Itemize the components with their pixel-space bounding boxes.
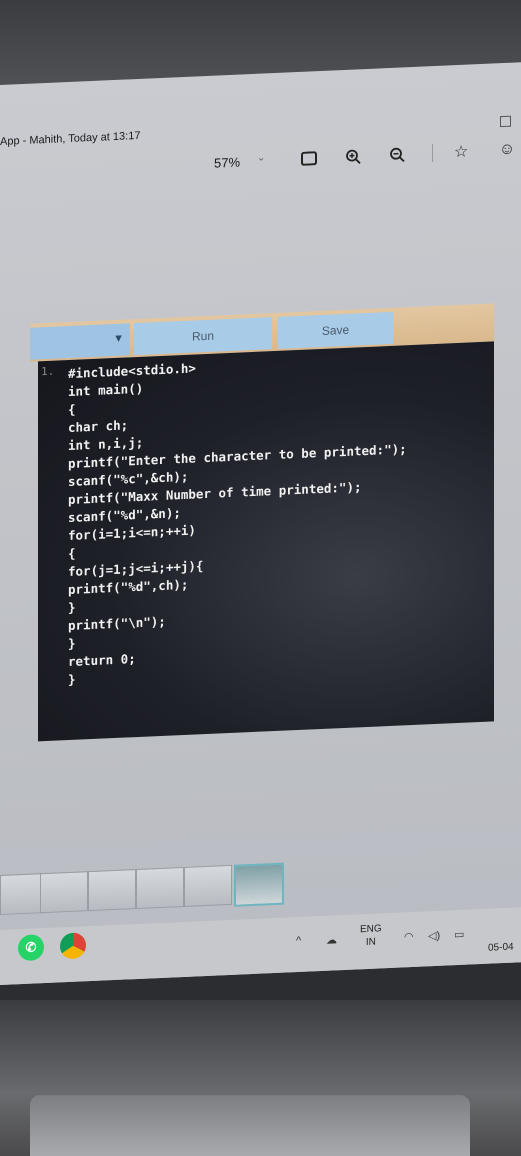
language-code: ENG <box>360 923 382 936</box>
chevron-down-icon: ▼ <box>113 332 124 346</box>
date: 05-04 <box>488 941 514 954</box>
line-number: 1. <box>41 364 55 379</box>
window-title: App - Mahith, Today at 13:17 <box>0 129 141 148</box>
zoom-level[interactable]: 57% <box>214 155 240 171</box>
code-line: scanf("%c",&ch); <box>68 468 189 490</box>
code-line: { <box>68 401 76 418</box>
code-line: scanf("%d",&n); <box>68 505 181 526</box>
whatsapp-icon[interactable]: ✆ <box>18 934 44 962</box>
zoom-in-icon[interactable] <box>342 145 364 168</box>
region-code: IN <box>365 936 376 949</box>
onedrive-icon[interactable]: ☁ <box>326 933 337 946</box>
maximize-icon[interactable] <box>500 115 511 128</box>
code-line: return 0; <box>68 651 136 670</box>
thumbnail[interactable] <box>88 869 136 912</box>
feedback-smiley-icon[interactable]: ☺ <box>496 138 518 161</box>
laptop-hinge <box>30 1095 470 1156</box>
chrome-icon[interactable] <box>60 932 86 960</box>
volume-icon[interactable]: ◁) <box>428 929 440 943</box>
thumbnail[interactable] <box>136 866 184 910</box>
battery-icon[interactable]: ▭ <box>454 928 464 941</box>
run-button[interactable]: Run <box>134 317 272 356</box>
thumbnail-active[interactable] <box>234 862 284 907</box>
code-area[interactable]: 1. #include<stdio.h> int main() { char c… <box>38 341 494 742</box>
thumbnail[interactable] <box>184 864 232 907</box>
save-button[interactable]: Save <box>278 311 393 349</box>
language-select[interactable]: ▼ <box>30 323 130 360</box>
code-line: } <box>68 599 76 616</box>
code-line: } <box>68 635 76 652</box>
chevron-down-icon[interactable]: ⌄ <box>257 152 265 163</box>
code-line: for(j=1;j<=i;++j){ <box>68 558 204 580</box>
fit-screen-icon[interactable] <box>298 147 320 170</box>
code-line: #include<stdio.h> <box>68 360 196 382</box>
code-line: for(i=1;i<=n;++i) <box>68 522 196 544</box>
code-line: int main() <box>68 380 144 400</box>
code-line: { <box>68 545 76 562</box>
code-line: char ch; <box>68 417 129 436</box>
code-line: printf("\n"); <box>68 613 166 634</box>
thumbnail[interactable] <box>40 871 88 914</box>
wifi-icon[interactable]: ◠ <box>404 930 414 943</box>
code-editor-photo: ▼ Run Save 1. #include<stdio.h> int main… <box>30 303 494 743</box>
code-line: printf("%d",ch); <box>68 576 189 598</box>
toolbar-divider <box>432 144 433 163</box>
language-indicator[interactable]: ENG IN <box>360 922 382 949</box>
favorite-star-icon[interactable]: ☆ <box>450 140 472 163</box>
code-line: int n,i,j; <box>68 434 144 454</box>
zoom-out-icon[interactable] <box>386 143 408 166</box>
code-line: } <box>68 671 76 688</box>
screen: App - Mahith, Today at 13:17 57% ⌄ ☆ ☺ ▼… <box>0 62 521 986</box>
chevron-up-icon[interactable]: ^ <box>296 935 301 947</box>
